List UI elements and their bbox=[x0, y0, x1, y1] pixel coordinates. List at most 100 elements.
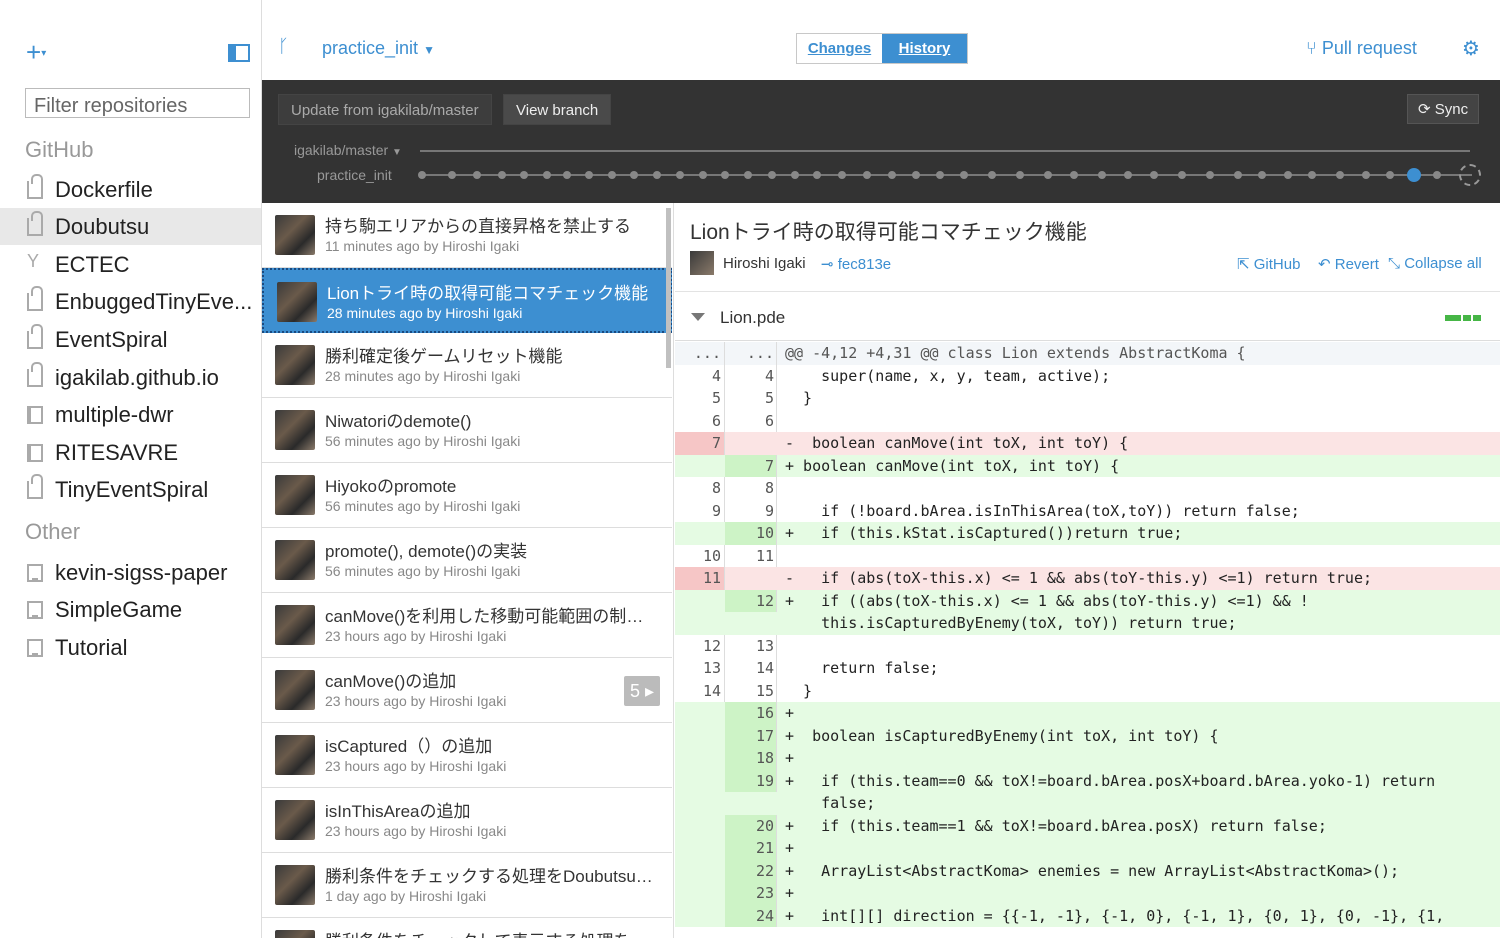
commit-author: Hiroshi Igaki bbox=[723, 255, 806, 272]
commit-node[interactable] bbox=[1206, 171, 1214, 179]
commit-node[interactable] bbox=[418, 171, 426, 179]
commit-node[interactable] bbox=[1386, 171, 1394, 179]
commit-item[interactable]: isInThisAreaの追加 23 hours ago by Hiroshi I… bbox=[262, 788, 672, 853]
collapse-triangle-icon[interactable] bbox=[691, 313, 705, 321]
commit-item[interactable]: 勝利条件をチェックする処理をDoubutsu.pde... 1 day ago b… bbox=[262, 853, 672, 918]
file-diff-header[interactable]: Lion.pde bbox=[675, 291, 1500, 341]
commit-item[interactable]: Hiyokoのpromote 56 minutes ago by Hiroshi … bbox=[262, 463, 672, 528]
top-toolbar: ᚴ practice_init ▼ Changes History ⑂ Pull… bbox=[262, 0, 1500, 80]
commit-node[interactable] bbox=[1178, 171, 1186, 179]
commit-node[interactable] bbox=[1098, 171, 1106, 179]
commit-node[interactable] bbox=[1433, 171, 1441, 179]
commit-node[interactable] bbox=[1150, 171, 1158, 179]
lock-icon bbox=[27, 324, 43, 349]
commit-sha[interactable]: ⊸ fec813e bbox=[821, 255, 891, 273]
repo-item[interactable]: Tutorial bbox=[0, 629, 261, 666]
repo-item[interactable]: TinyEventSpiral bbox=[0, 471, 261, 508]
commit-item[interactable]: 勝利条件をチェックして表示する処理をLi... bbox=[262, 918, 672, 938]
repo-item-selected[interactable]: Doubutsu bbox=[0, 208, 261, 245]
commit-node[interactable] bbox=[630, 171, 638, 179]
commit-node[interactable] bbox=[936, 171, 944, 179]
commit-node[interactable] bbox=[1016, 171, 1024, 179]
commit-item[interactable]: canMove()を利用した移動可能範囲の制約... 23 hours ago b… bbox=[262, 593, 672, 658]
commit-node[interactable] bbox=[1308, 171, 1316, 179]
revert-button[interactable]: ↶ Revert bbox=[1318, 255, 1379, 273]
repo-item[interactable]: Dockerfile bbox=[0, 171, 261, 208]
commit-icon: ⊸ bbox=[821, 256, 834, 273]
commit-item[interactable]: 勝利確定後ゲームリセット機能 28 minutes ago by Hiroshi … bbox=[262, 333, 672, 398]
repo-book-icon bbox=[27, 444, 43, 462]
commit-node[interactable] bbox=[1284, 171, 1292, 179]
update-from-master-button[interactable]: Update from igakilab/master bbox=[278, 94, 492, 125]
new-line-number: 23 bbox=[725, 882, 777, 905]
commit-node[interactable] bbox=[1070, 171, 1078, 179]
commit-node[interactable] bbox=[520, 171, 528, 179]
commit-node[interactable] bbox=[653, 171, 661, 179]
commit-node[interactable] bbox=[1044, 171, 1052, 179]
add-repository-button[interactable]: +▾ bbox=[26, 39, 46, 66]
commit-item[interactable]: Niwatoriのdemote() 56 minutes ago by Hiros… bbox=[262, 398, 672, 463]
repo-item[interactable]: RITESAVRE bbox=[0, 434, 261, 471]
commit-node[interactable] bbox=[744, 171, 752, 179]
sync-button[interactable]: ⟳ Sync bbox=[1407, 94, 1480, 124]
commit-node[interactable] bbox=[498, 171, 506, 179]
commit-node[interactable] bbox=[1124, 171, 1132, 179]
commit-node[interactable] bbox=[838, 171, 846, 179]
tab-changes[interactable]: Changes bbox=[797, 34, 882, 63]
uncommitted-node[interactable] bbox=[1459, 164, 1481, 186]
new-line-number: 8 bbox=[725, 477, 777, 500]
repo-item[interactable]: SimpleGame bbox=[0, 591, 261, 628]
gear-icon[interactable]: ⚙ bbox=[1462, 36, 1480, 61]
commit-item[interactable]: isCaptured（）の追加 23 hours ago by Hiroshi I… bbox=[262, 723, 672, 788]
sidebar-toggle-icon[interactable] bbox=[228, 44, 250, 62]
open-on-github-button[interactable]: ⇱ GitHub bbox=[1237, 255, 1300, 273]
commit-node[interactable] bbox=[1234, 171, 1242, 179]
commit-node[interactable] bbox=[543, 171, 551, 179]
branch-icon: ᚴ bbox=[278, 36, 289, 56]
repo-item[interactable]: kevin-sigss-paper bbox=[0, 554, 261, 591]
pull-request-button[interactable]: ⑂ Pull request bbox=[1306, 38, 1417, 59]
diff-code: - if (abs(toX-this.x) <= 1 && abs(toY-th… bbox=[785, 569, 1372, 587]
repo-item[interactable]: EnbuggedTinyEve... bbox=[0, 283, 261, 320]
repo-item[interactable]: multiple-dwr bbox=[0, 396, 261, 433]
commit-node[interactable] bbox=[768, 171, 776, 179]
new-line-number: ... bbox=[725, 342, 777, 365]
commit-item[interactable]: canMove()の追加 23 hours ago by Hiroshi Igak… bbox=[262, 658, 672, 723]
scrollbar-thumb[interactable] bbox=[666, 208, 671, 368]
commit-node[interactable] bbox=[585, 171, 593, 179]
commit-node[interactable] bbox=[813, 171, 821, 179]
commit-node[interactable] bbox=[1258, 171, 1266, 179]
tab-history[interactable]: History bbox=[882, 34, 967, 63]
view-branch-button[interactable]: View branch bbox=[503, 94, 612, 125]
commit-node[interactable] bbox=[676, 171, 684, 179]
repo-item[interactable]: Y ECTEC bbox=[0, 246, 261, 283]
commit-node[interactable] bbox=[699, 171, 707, 179]
commit-node[interactable] bbox=[1362, 171, 1370, 179]
diff-code: } bbox=[785, 389, 813, 407]
commit-item-selected[interactable]: Lionトライ時の取得可能コマチェック機能 28 minutes ago by H… bbox=[262, 268, 672, 333]
filter-repositories-input[interactable]: Filter repositories bbox=[25, 88, 250, 118]
collapse-all-button[interactable]: ⤡ Collapse all bbox=[1388, 255, 1482, 272]
branch-selector[interactable]: practice_init ▼ bbox=[322, 38, 435, 59]
commit-node[interactable] bbox=[960, 171, 968, 179]
repo-item[interactable]: EventSpiral bbox=[0, 321, 261, 358]
commit-item[interactable]: 持ち駒エリアからの直接昇格を禁止する 11 minutes ago by Hiro… bbox=[262, 203, 672, 268]
commit-node[interactable] bbox=[563, 171, 571, 179]
commit-node[interactable] bbox=[863, 171, 871, 179]
master-branch-label[interactable]: igakilab/master ▼ bbox=[294, 142, 402, 158]
commit-node[interactable] bbox=[608, 171, 616, 179]
selected-commit-node[interactable] bbox=[1407, 168, 1421, 182]
repo-book-icon bbox=[27, 406, 43, 424]
commit-item[interactable]: promote(), demote()の実装 56 minutes ago by … bbox=[262, 528, 672, 593]
commit-node[interactable] bbox=[448, 171, 456, 179]
repo-item[interactable]: igakilab.github.io bbox=[0, 359, 261, 396]
unsynced-count-badge[interactable]: 5 ▸ bbox=[624, 676, 660, 706]
lock-icon bbox=[27, 474, 43, 499]
commit-node[interactable] bbox=[888, 171, 896, 179]
commit-node[interactable] bbox=[473, 171, 481, 179]
commit-node[interactable] bbox=[912, 171, 920, 179]
commit-node[interactable] bbox=[721, 171, 729, 179]
commit-node[interactable] bbox=[988, 171, 996, 179]
commit-node[interactable] bbox=[791, 171, 799, 179]
commit-node[interactable] bbox=[1336, 171, 1344, 179]
